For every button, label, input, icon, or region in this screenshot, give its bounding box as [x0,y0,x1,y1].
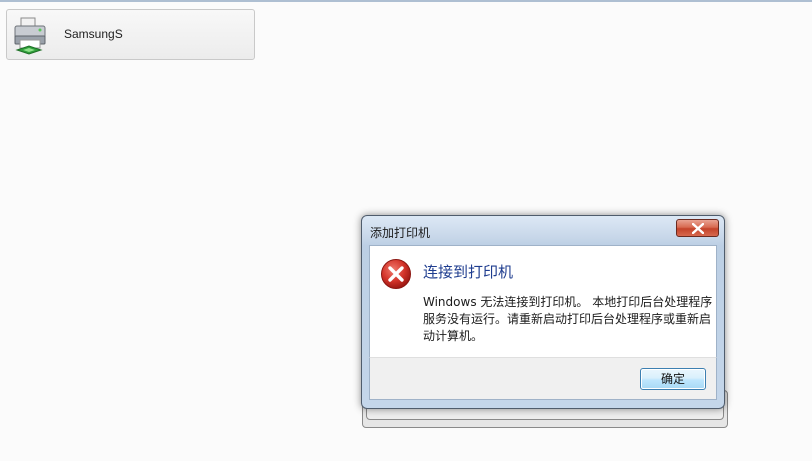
dialog-content-area: 连接到打印机 Windows 无法连接到打印机。 本地打印后台处理程序服务没有运… [369,245,717,357]
dialog-title: 添加打印机 [370,226,431,240]
main-instruction: 连接到打印机 [423,263,514,281]
error-message: Windows 无法连接到打印机。 本地打印后台处理程序服务没有运行。请重新启动… [423,295,713,343]
printer-icon [11,16,55,56]
close-icon [692,223,704,234]
ok-button[interactable]: 确定 [640,368,706,390]
close-button[interactable] [676,219,719,237]
add-printer-dialog: 添加打印机 连接到打印机 Windows 无法连接到打印机。 本地打印后台处理程… [361,215,725,409]
printer-tile-samsung[interactable]: SamsungS [6,9,255,60]
error-icon [380,258,412,290]
printer-name-label: SamsungS [64,27,123,41]
window-top-border [0,0,812,2]
dialog-footer: 确定 [369,357,717,400]
